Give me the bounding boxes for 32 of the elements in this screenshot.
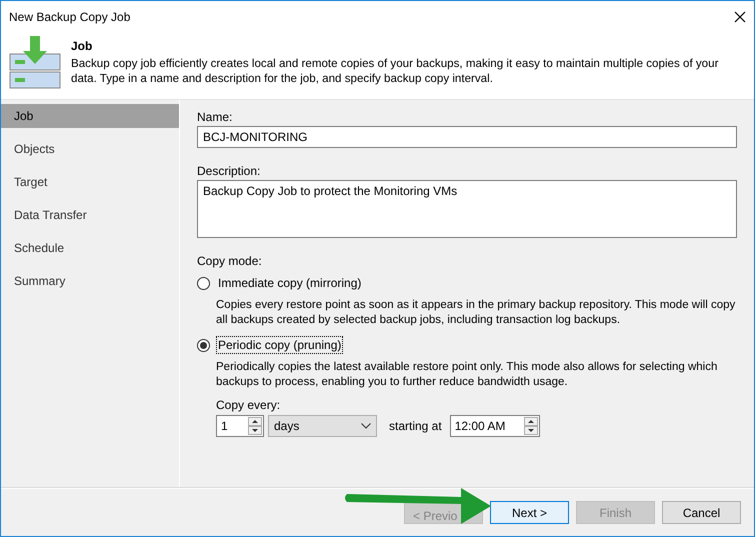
backup-copy-icon [9, 34, 61, 89]
wizard-button[interactable]: Next > [490, 501, 569, 524]
field-label: Name: [197, 110, 234, 124]
field-label: Description: [197, 164, 262, 178]
close-icon[interactable] [734, 10, 746, 22]
description-field[interactable]: Backup Copy Job to protect the Monitoring VMs [197, 180, 737, 238]
spinner-arrows-icon[interactable] [524, 417, 538, 435]
radio-label[interactable]: Periodic copy (pruning) [216, 336, 344, 354]
page-title: Job [71, 39, 94, 53]
radio-button[interactable] [197, 276, 210, 290]
wizard-button[interactable]: Cancel [662, 501, 741, 524]
interval-field[interactable]: 1 [216, 415, 264, 437]
sidebar-item[interactable]: Schedule [1, 236, 179, 260]
field-label: Copy mode: [197, 254, 263, 268]
radio-label[interactable]: Immediate copy (mirroring) [216, 274, 364, 292]
spinner-arrows-icon[interactable] [248, 417, 262, 435]
sidebar-item[interactable]: Job [1, 104, 179, 128]
time-field[interactable]: 12:00 AM [450, 415, 540, 437]
sidebar-item[interactable]: Objects [1, 137, 179, 161]
window-title: New Backup Copy Job [9, 10, 130, 24]
option-description: Copies every restore point as soon as it appears in the primary backup repository. This mode will copy all backups created by selected backup jobs, including transaction log backups. [216, 298, 736, 328]
unit-dropdown[interactable]: days [268, 415, 377, 437]
sidebar-item[interactable]: Summary [1, 269, 179, 293]
caret-icon [361, 423, 371, 429]
sidebar-item[interactable]: Target [1, 170, 179, 194]
page-description: Backup copy job efficiently creates local and remote copies of your backups, making it easy to maintain multiple copies of your data. Type in a name and description for the job, and specify backup copy interval. [71, 56, 720, 86]
name-field[interactable]: BCJ-MONITORING [197, 126, 737, 148]
option-description: Periodically copies the latest available restore point only. This mode also allows for selecting which backups to process, enabling you to further reduce bandwidth usage. [216, 360, 718, 390]
field-label: starting at [389, 419, 442, 433]
radio-button[interactable] [197, 338, 210, 352]
sidebar-item[interactable]: Data Transfer [1, 203, 179, 227]
field-label: Copy every: [216, 398, 280, 412]
